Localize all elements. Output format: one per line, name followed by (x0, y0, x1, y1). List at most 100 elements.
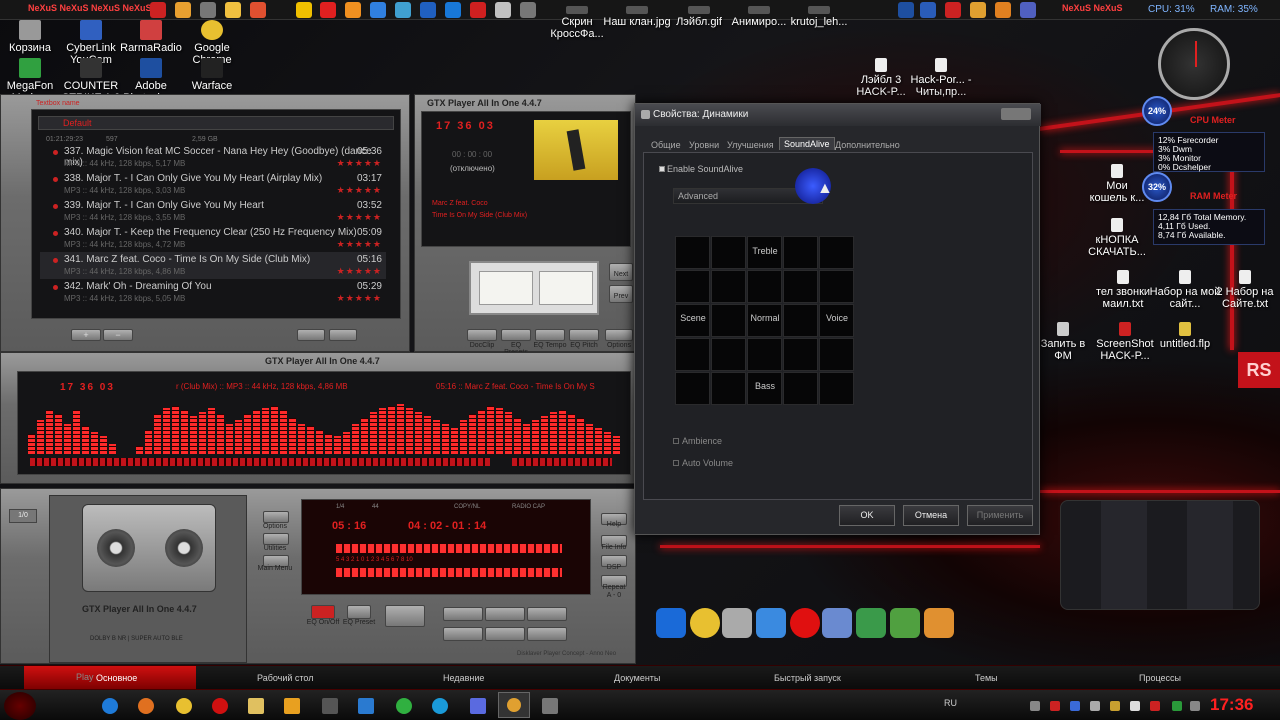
eq-preset-button[interactable] (347, 605, 371, 619)
media-player-icon[interactable] (756, 608, 786, 638)
list-view-button[interactable] (329, 329, 357, 341)
soundalive-grid-cell[interactable] (819, 270, 854, 303)
soundalive-grid-cell[interactable] (711, 270, 746, 303)
tab-advanced[interactable]: Дополнительно (835, 140, 900, 150)
track-rating[interactable]: ★★★★★ (337, 158, 382, 169)
forward-button[interactable] (527, 607, 567, 621)
speaker-icon[interactable] (542, 698, 558, 714)
tray-icon[interactable] (1050, 701, 1060, 711)
soundalive-grid-cell[interactable] (819, 372, 854, 405)
options-button[interactable] (605, 329, 633, 341)
soundalive-grid-cell[interactable] (711, 372, 746, 405)
tab-levels[interactable]: Уровни (689, 140, 719, 150)
desktop-icon-fm-record[interactable]: Запить в ФМ (1032, 322, 1094, 362)
taskbar-app-icon[interactable] (358, 698, 374, 714)
track-rating[interactable]: ★★★★★ (337, 239, 382, 250)
dock-icon[interactable] (370, 2, 386, 18)
dock-icon[interactable] (495, 2, 511, 18)
playlist-row[interactable]: 340. Major T. - Keep the Frequency Clear… (40, 225, 386, 252)
auto-volume-checkbox[interactable] (673, 460, 679, 466)
taskbar-app-icon[interactable] (396, 698, 412, 714)
volume-bar[interactable] (512, 458, 612, 466)
desktop-icon-site-set-2[interactable]: 2 Набор на Сайте.txt (1208, 270, 1280, 310)
playlist-row[interactable]: 338. Major T. - I Can Only Give You My H… (40, 171, 386, 198)
bluetooth-icon[interactable] (1070, 701, 1080, 711)
taskbar-app-icon[interactable] (284, 698, 300, 714)
launch-icon[interactable] (822, 608, 852, 638)
dock-icon[interactable] (225, 2, 241, 18)
dock-icon[interactable] (445, 2, 461, 18)
soundalive-grid-cell[interactable] (783, 372, 818, 405)
dock-icon[interactable] (150, 2, 166, 18)
eq-pitch-button[interactable] (569, 329, 599, 341)
launch-icon[interactable] (690, 608, 720, 638)
tab-enhancements[interactable]: Улучшения (727, 140, 774, 150)
taskbar-app-active[interactable] (498, 692, 530, 718)
soundalive-grid-cell[interactable] (783, 270, 818, 303)
soundalive-grid-cell[interactable] (711, 338, 746, 371)
launch-icon[interactable] (722, 608, 752, 638)
language-indicator[interactable]: RU (944, 698, 957, 708)
soundalive-grid-cell[interactable] (711, 236, 746, 269)
desktop-icon-download-button[interactable]: кНОПКА СКАЧАТЬ... (1086, 218, 1148, 258)
menu-documents[interactable]: Документы (614, 673, 660, 683)
seek-bar[interactable] (30, 458, 490, 466)
playlist-row[interactable]: 342. Mark' Oh - Dreaming Of You 05:29 MP3 … (40, 279, 386, 306)
enable-soundalive-checkbox[interactable] (659, 166, 665, 172)
eq-on-off-button[interactable] (311, 605, 335, 619)
tray-icon[interactable] (1030, 701, 1040, 711)
previous-track-button[interactable] (443, 627, 483, 641)
dock-icon[interactable] (395, 2, 411, 18)
dock-icon[interactable] (520, 2, 536, 18)
eq-presets-button[interactable] (501, 329, 531, 341)
soundalive-grid-cell[interactable] (675, 372, 710, 405)
remove-track-button[interactable]: − (103, 329, 133, 341)
dock-icon[interactable] (175, 2, 191, 18)
utilities-button[interactable] (263, 533, 289, 545)
menu-desktop[interactable]: Рабочий стол (257, 673, 314, 683)
soundalive-grid-cell[interactable] (819, 236, 854, 269)
soundalive-grid-cell[interactable] (675, 270, 710, 303)
explorer-icon[interactable] (248, 698, 264, 714)
soundalive-grid-cell[interactable] (711, 304, 746, 337)
dock-icon[interactable] (420, 2, 436, 18)
dock-icon[interactable] (970, 2, 986, 18)
desktop-icon-untitled-flp[interactable]: untitled.flp (1148, 322, 1222, 350)
word-icon[interactable] (920, 2, 936, 18)
dock-icon[interactable] (200, 2, 216, 18)
taskbar-app-icon[interactable] (470, 698, 486, 714)
dock-icon[interactable] (470, 2, 486, 18)
desktop-icon-hack-portal[interactable]: Hack-Por... - Читы,пр... (904, 58, 978, 98)
menu-processes[interactable]: Процессы (1139, 673, 1181, 683)
track-rating[interactable]: ★★★★★ (337, 293, 382, 304)
dock-icon[interactable] (1020, 2, 1036, 18)
taskbar-app-icon[interactable] (322, 698, 338, 714)
stop-button[interactable] (385, 605, 425, 627)
sort-button[interactable] (297, 329, 325, 341)
desktop-icon-warface[interactable]: Warface (175, 58, 249, 92)
track-rating[interactable]: ★★★★★ (337, 185, 382, 196)
tray-icon[interactable] (1110, 701, 1120, 711)
tray-icon[interactable] (1172, 701, 1182, 711)
launch-icon[interactable] (656, 608, 686, 638)
soundalive-grid-cell[interactable] (675, 338, 710, 371)
taskbar-clock[interactable]: 17:36 (1210, 695, 1253, 715)
soundalive-grid-cell[interactable] (747, 338, 782, 371)
play-button[interactable] (485, 607, 525, 621)
rewind-button[interactable] (443, 607, 483, 621)
cancel-button[interactable]: Отмена (903, 505, 959, 526)
menu-quick-launch[interactable]: Быстрый запуск (774, 673, 841, 683)
dock-icon[interactable] (296, 2, 312, 18)
photoshop-icon[interactable] (898, 2, 914, 18)
soundalive-grid-cell[interactable] (747, 270, 782, 303)
eq-tempo-button[interactable] (535, 329, 565, 341)
network-icon[interactable] (1090, 701, 1100, 711)
ie-icon[interactable] (102, 698, 118, 714)
start-section[interactable]: Play Основное (24, 666, 196, 690)
tray-icon[interactable] (1150, 701, 1160, 711)
dock-icon[interactable] (320, 2, 336, 18)
playlist-row[interactable]: 339. Major T. - I Can Only Give You My H… (40, 198, 386, 225)
ambience-checkbox[interactable] (673, 438, 679, 444)
menu-recent[interactable]: Недавние (443, 673, 484, 683)
menu-themes[interactable]: Темы (975, 673, 998, 683)
